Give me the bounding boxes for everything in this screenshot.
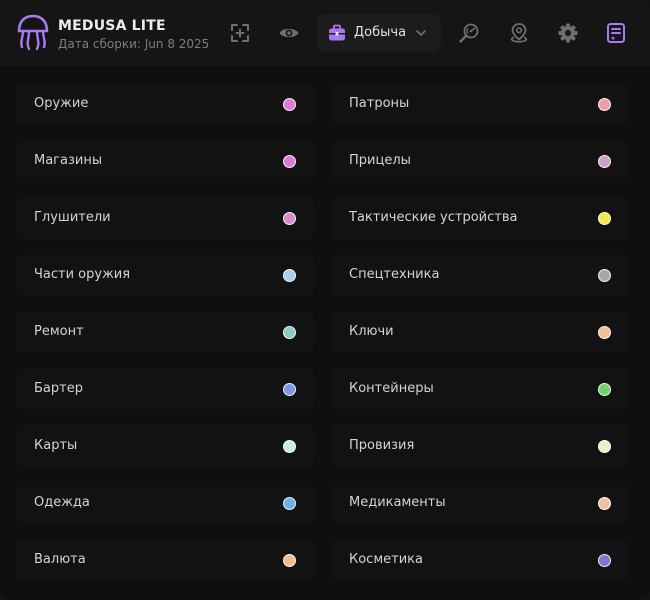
radar-search-button[interactable] (455, 19, 483, 47)
color-indicator[interactable] (283, 383, 296, 396)
visibility-button[interactable] (275, 19, 303, 47)
category-label: Одежда (34, 495, 90, 510)
color-indicator[interactable] (598, 554, 611, 567)
category-label: Спецтехника (349, 267, 440, 282)
category-label: Косметика (349, 552, 423, 567)
eye-icon (279, 28, 299, 38)
radar-search-icon (459, 23, 479, 43)
build-date: Дата сборки: Jun 8 2025 (58, 37, 210, 51)
app-window: MEDUSA LITE Дата сборки: Jun 8 2025 Добы (0, 0, 650, 600)
category-label: Прицелы (349, 153, 411, 168)
category-label: Оружие (34, 96, 89, 111)
app-title: MEDUSA LITE (58, 18, 166, 34)
jellyfish-logo-icon (17, 14, 49, 51)
category-label: Тактические устройства (349, 210, 518, 225)
category-item[interactable]: Части оружия (16, 254, 314, 296)
category-item[interactable]: Ремонт (16, 311, 314, 353)
loot-list-icon (607, 23, 625, 43)
color-indicator[interactable] (283, 497, 296, 510)
loot-list-button[interactable] (602, 19, 630, 47)
category-item[interactable]: Валюта (16, 539, 314, 581)
chevron-down-icon (416, 30, 426, 36)
category-label: Карты (34, 438, 78, 453)
header-bar: MEDUSA LITE Дата сборки: Jun 8 2025 Добы (0, 0, 650, 66)
color-indicator[interactable] (598, 497, 611, 510)
category-item[interactable]: Магазины (16, 140, 314, 182)
screenshot-button[interactable] (226, 19, 254, 47)
color-indicator[interactable] (283, 212, 296, 225)
color-indicator[interactable] (283, 554, 296, 567)
category-label: Провизия (349, 438, 415, 453)
color-indicator[interactable] (598, 212, 611, 225)
category-label: Медикаменты (349, 495, 446, 510)
category-item[interactable]: Оружие (16, 83, 314, 125)
mode-dropdown[interactable]: Добыча (317, 14, 441, 52)
category-label: Ремонт (34, 324, 84, 339)
category-item[interactable]: Ключи (331, 311, 629, 353)
color-indicator[interactable] (283, 269, 296, 282)
category-item[interactable]: Спецтехника (331, 254, 629, 296)
color-indicator[interactable] (598, 269, 611, 282)
gear-icon (558, 23, 578, 43)
category-item[interactable]: Прицелы (331, 140, 629, 182)
category-item[interactable]: Одежда (16, 482, 314, 524)
category-item[interactable]: Карты (16, 425, 314, 467)
color-indicator[interactable] (598, 98, 611, 111)
settings-button[interactable] (554, 19, 582, 47)
briefcase-icon (329, 24, 345, 41)
color-indicator[interactable] (283, 98, 296, 111)
category-label: Магазины (34, 153, 103, 168)
category-label: Части оружия (34, 267, 131, 282)
category-item[interactable]: Провизия (331, 425, 629, 467)
category-label: Бартер (34, 381, 83, 396)
category-label: Глушители (34, 210, 111, 225)
category-label: Контейнеры (349, 381, 434, 396)
category-item[interactable]: Тактические устройства (331, 197, 629, 239)
color-indicator[interactable] (598, 326, 611, 339)
color-indicator[interactable] (598, 155, 611, 168)
color-indicator[interactable] (283, 326, 296, 339)
category-item[interactable]: Медикаменты (331, 482, 629, 524)
color-indicator[interactable] (598, 440, 611, 453)
category-item[interactable]: Косметика (331, 539, 629, 581)
color-indicator[interactable] (283, 440, 296, 453)
category-label: Валюта (34, 552, 86, 567)
screenshot-plus-icon (231, 24, 249, 42)
category-item[interactable]: Бартер (16, 368, 314, 410)
mode-dropdown-value: Добыча (354, 25, 407, 40)
color-indicator[interactable] (598, 383, 611, 396)
category-label: Ключи (349, 324, 394, 339)
map-pin-icon (510, 23, 528, 43)
category-label: Патроны (349, 96, 410, 111)
category-grid: Оружие Магазины Глушители Части оружия Р… (0, 66, 650, 600)
category-item[interactable]: Глушители (16, 197, 314, 239)
category-item[interactable]: Контейнеры (331, 368, 629, 410)
color-indicator[interactable] (283, 155, 296, 168)
category-item[interactable]: Патроны (331, 83, 629, 125)
map-pin-button[interactable] (505, 19, 533, 47)
